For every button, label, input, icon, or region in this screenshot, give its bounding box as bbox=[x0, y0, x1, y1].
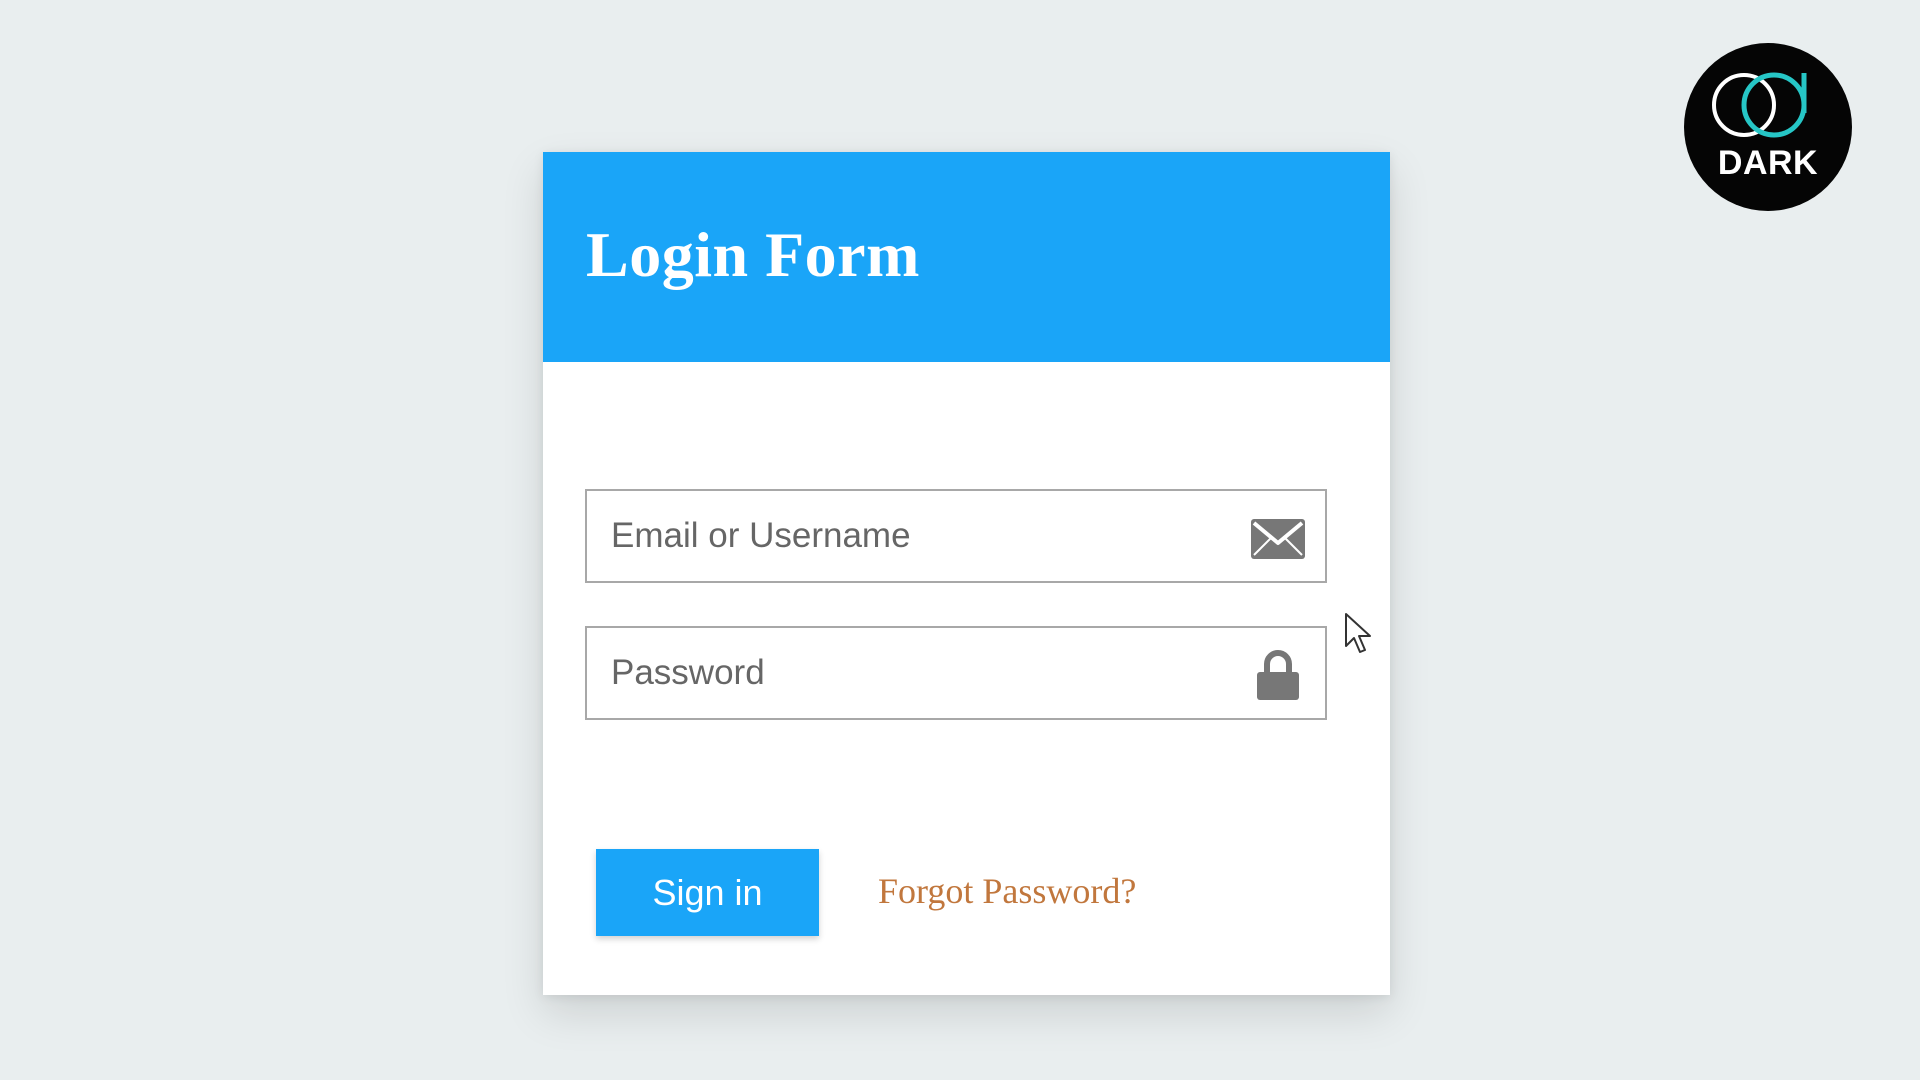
logo-text: DARK bbox=[1717, 144, 1819, 182]
lock-icon bbox=[1249, 648, 1307, 700]
logo-mark-icon bbox=[1712, 72, 1807, 138]
forgot-password-link[interactable]: Forgot Password? bbox=[878, 870, 1136, 912]
sign-in-button[interactable]: Sign in bbox=[596, 849, 819, 936]
email-input[interactable] bbox=[587, 491, 1247, 581]
login-form-title: Login Form bbox=[586, 219, 920, 290]
dark-css-logo: DARK bbox=[1684, 43, 1852, 211]
login-card-header: Login Form bbox=[543, 152, 1390, 362]
password-input[interactable] bbox=[587, 628, 1247, 718]
email-field[interactable] bbox=[585, 489, 1327, 583]
mouse-cursor-icon bbox=[1344, 612, 1374, 656]
envelope-icon bbox=[1249, 511, 1307, 563]
login-card: Login Form Sign in Forgot Password? bbox=[543, 152, 1390, 995]
password-field[interactable] bbox=[585, 626, 1327, 720]
